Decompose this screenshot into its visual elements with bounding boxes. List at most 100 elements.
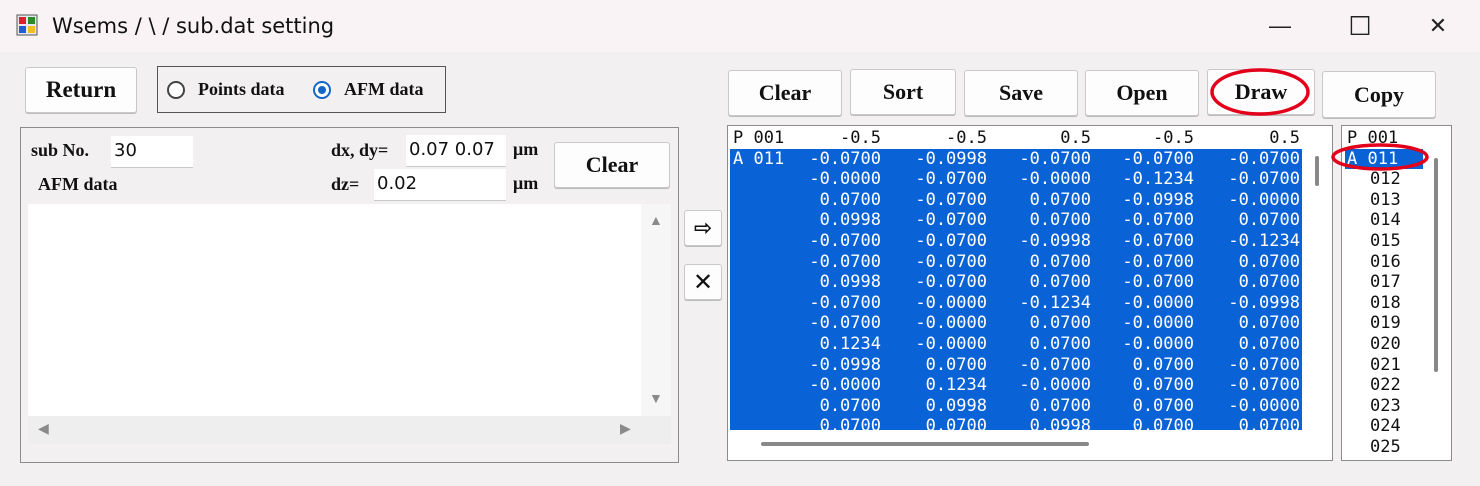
grid-cell: 0.5: [1269, 128, 1300, 148]
id-list-item[interactable]: 025: [1345, 437, 1423, 456]
grid-cell: -0.1234: [1019, 292, 1091, 313]
afm-data-label: AFM data: [38, 174, 118, 194]
grid-cell: -0.0700: [1122, 231, 1194, 251]
id-list-item[interactable]: 023: [1345, 396, 1423, 416]
id-list-item[interactable]: 021: [1345, 355, 1423, 375]
data-grid[interactable]: P 001 -0.5 -0.5 0.5 -0.5 0.5 A 011 -0.0700 -0.09…: [730, 128, 1302, 430]
grid-cell: -0.0000: [1122, 334, 1194, 354]
grid-cell: -0.5: [1153, 128, 1194, 148]
toolbar-copy-button[interactable]: Copy: [1322, 71, 1436, 118]
data-grid-panel: P 001 -0.5 -0.5 0.5 -0.5 0.5 A 011 -0.0700 -0.09…: [727, 125, 1333, 461]
grid-cell: 0.0998: [819, 272, 881, 293]
toolbar-sort-button[interactable]: Sort: [850, 69, 956, 115]
grid-data-row[interactable]: -0.0998 0.0700 -0.0700 0.0700 -0.0700: [730, 354, 1302, 376]
dz-input[interactable]: 0.02: [374, 169, 506, 201]
toolbar-save-button[interactable]: Save: [964, 70, 1078, 116]
grid-data-row[interactable]: 0.0700 0.0998 0.0700 0.0700 -0.0000: [730, 395, 1302, 417]
minimize-button[interactable]: —: [1250, 8, 1310, 44]
grid-cell: -0.0000: [809, 169, 881, 190]
grid-cell: -0.0700: [1019, 148, 1091, 169]
grid-cell: 0.0700: [925, 416, 987, 430]
id-list-item[interactable]: 014: [1345, 210, 1423, 230]
grid-data-row[interactable]: -0.0700 -0.0700 0.0700 -0.0700 0.0700: [730, 251, 1302, 273]
id-list-item[interactable]: 018: [1345, 293, 1423, 313]
afm-clear-button[interactable]: Clear: [554, 142, 670, 188]
grid-cell: -0.0998: [809, 354, 881, 375]
afm-horizontal-scrollbar[interactable]: ◀ ▶: [28, 416, 671, 444]
afm-data-textarea[interactable]: [28, 204, 671, 416]
id-list-item[interactable]: 013: [1345, 190, 1423, 210]
scroll-up-icon[interactable]: ▲: [649, 212, 663, 228]
radio-selected-dot: [318, 86, 326, 94]
id-list-item[interactable]: 019: [1345, 313, 1423, 333]
grid-data-row[interactable]: -0.0700 -0.0000 0.0700 -0.0000 0.0700: [730, 313, 1302, 334]
afm-vertical-scrollbar[interactable]: ▲ ▼: [641, 204, 671, 416]
dz-label: dz=: [331, 174, 360, 194]
grid-cell: -0.0000: [1122, 292, 1194, 313]
grid-cell: -0.0998: [1019, 231, 1091, 251]
grid-horizontal-scroll-thumb[interactable]: [761, 442, 1089, 446]
id-list-item[interactable]: 022: [1345, 375, 1423, 395]
radio-points-label[interactable]: Points data: [198, 79, 285, 100]
grid-cell: 0.0700: [1238, 251, 1300, 272]
toolbar-clear-button[interactable]: Clear: [728, 70, 842, 116]
dxdy-input[interactable]: 0.07 0.07: [406, 135, 506, 167]
grid-cell: 0.0700: [1132, 375, 1194, 396]
radio-afm-label[interactable]: AFM data: [344, 79, 424, 100]
grid-cell: 0.0998: [925, 395, 987, 416]
grid-cell: -0.0000: [915, 334, 987, 354]
grid-cell: -0.0700: [1228, 148, 1300, 169]
dxdy-label: dx, dy=: [331, 140, 389, 160]
grid-cell: 0.0700: [1029, 189, 1091, 210]
sub-no-input[interactable]: 30: [111, 136, 193, 168]
close-button[interactable]: ✕: [1408, 8, 1468, 44]
id-list-item[interactable]: 017: [1345, 272, 1423, 292]
id-list-scroll-thumb[interactable]: [1434, 158, 1438, 372]
id-list-item[interactable]: 016: [1345, 252, 1423, 272]
grid-data-row[interactable]: 0.0998 -0.0700 0.0700 -0.0700 0.0700: [730, 210, 1302, 231]
title-bar: Wsems / \ / sub.dat setting — ☐ ✕: [0, 0, 1480, 52]
grid-header-row[interactable]: P 001 -0.5 -0.5 0.5 -0.5 0.5: [730, 128, 1302, 149]
transfer-arrow-button[interactable]: ⇨: [684, 210, 722, 246]
id-list-item[interactable]: 024: [1345, 416, 1423, 436]
grid-cell: -0.0700: [915, 251, 987, 272]
grid-data-row[interactable]: -0.0700 -0.0700 -0.0998 -0.0700 -0.1234: [730, 231, 1302, 252]
toolbar-open-button[interactable]: Open: [1085, 70, 1199, 116]
grid-cell: -0.5: [840, 128, 881, 148]
return-button[interactable]: Return: [25, 67, 137, 113]
scroll-right-icon[interactable]: ▶: [620, 420, 631, 437]
grid-data-row[interactable]: -0.0000 0.1234 -0.0000 0.0700 -0.0700: [730, 375, 1302, 396]
grid-cell: 0.0700: [925, 354, 987, 375]
grid-cell: 0.0998: [819, 210, 881, 231]
grid-data-row[interactable]: -0.0000 -0.0700 -0.0000 -0.1234 -0.0700: [730, 169, 1302, 190]
radio-points-data[interactable]: [167, 81, 185, 99]
scroll-left-icon[interactable]: ◀: [38, 420, 49, 437]
grid-cell: -0.0700: [1122, 272, 1194, 293]
id-list-panel: P 001 A 011 012 013 014 015 016 017 018 019 020 021…: [1341, 125, 1452, 461]
id-list-item[interactable]: 020: [1345, 334, 1423, 354]
grid-data-row[interactable]: 0.0700 0.0700 0.0998 0.0700 0.0700: [730, 416, 1302, 430]
grid-cell: 0.0998: [1029, 416, 1091, 430]
grid-cell: 0.0700: [1238, 313, 1300, 334]
grid-data-row[interactable]: 0.0700 -0.0700 0.0700 -0.0998 -0.0000: [730, 189, 1302, 211]
grid-data-row[interactable]: 0.1234 -0.0000 0.0700 -0.0000 0.0700: [730, 334, 1302, 355]
scroll-down-icon[interactable]: ▼: [649, 390, 663, 406]
grid-cell: 0.0700: [1238, 272, 1300, 293]
grid-cell: -0.1234: [1228, 231, 1300, 251]
grid-vertical-scroll-thumb[interactable]: [1315, 156, 1319, 186]
grid-data-row[interactable]: A 011 -0.0700 -0.0998 -0.0700 -0.0700 -0.0700: [730, 148, 1302, 170]
grid-cell: 0.0700: [819, 395, 881, 416]
id-list-item[interactable]: 015: [1345, 231, 1423, 251]
id-list[interactable]: P 001 A 011 012 013 014 015 016 017 018 019 020 021…: [1345, 128, 1423, 456]
grid-data-row[interactable]: -0.0700 -0.0000 -0.1234 -0.0000 -0.0998: [730, 292, 1302, 314]
grid-cell: -0.0000: [1122, 313, 1194, 334]
grid-cell: 0.5: [1060, 128, 1091, 148]
delete-x-button[interactable]: ✕: [684, 264, 722, 300]
maximize-button[interactable]: ☐: [1330, 8, 1390, 44]
grid-cell: -0.0700: [809, 251, 881, 272]
dxdy-unit: μm: [513, 139, 539, 159]
grid-cell: -0.0000: [1019, 375, 1091, 396]
radio-afm-data[interactable]: [313, 81, 331, 99]
selected-id-highlight-circle: [1331, 143, 1429, 171]
grid-data-row[interactable]: 0.0998 -0.0700 0.0700 -0.0700 0.0700: [730, 272, 1302, 293]
